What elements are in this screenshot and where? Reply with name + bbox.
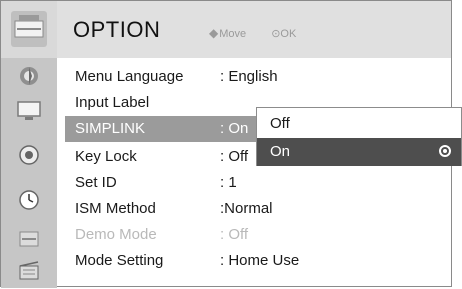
menu-item-mode-setting[interactable]: Mode Setting : Home Use	[65, 248, 453, 274]
menu-item-value: : Off	[220, 148, 249, 165]
sidebar-item-screen[interactable]	[4, 97, 54, 124]
menu-item-set-id[interactable]: Set ID : 1	[65, 170, 453, 196]
popup-option-on[interactable]: On	[257, 138, 461, 166]
menu-item-label: Input Label	[75, 94, 150, 111]
picture-icon	[20, 66, 38, 85]
menu-item-label: Set ID	[75, 174, 117, 191]
radio-selected-icon	[439, 145, 451, 157]
page-title: OPTION	[73, 17, 161, 42]
menu-item-label: Menu Language	[75, 68, 184, 85]
sidebar-item-audio[interactable]	[4, 141, 54, 168]
menu-item-label: ISM Method	[75, 200, 156, 217]
menu-item-value: : On	[220, 120, 249, 137]
popup-option-label: Off	[270, 115, 290, 132]
menu-header: OPTION ◆Move ⊙OK	[1, 1, 451, 58]
menu-item-value: : 1	[220, 174, 237, 191]
popup-option-label: On	[270, 143, 291, 160]
move-icon: ◆	[209, 26, 219, 40]
menu-item-label: Key Lock	[75, 148, 137, 165]
menu-item-value: : Off	[220, 226, 249, 243]
category-sidebar	[1, 58, 57, 288]
popup-option-off[interactable]: Off	[257, 110, 461, 138]
sidebar-item-input[interactable]	[4, 257, 54, 284]
sidebar-item-picture[interactable]	[4, 62, 54, 89]
input-icon	[19, 260, 39, 279]
menu-item-menu-language[interactable]: Menu Language : English	[65, 64, 453, 90]
monitor-icon	[17, 100, 41, 120]
menu-item-value: :Normal	[220, 200, 273, 217]
nav-hint: ◆Move ⊙OK	[209, 26, 296, 40]
sidebar-item-time[interactable]	[4, 186, 54, 213]
clock-icon	[19, 189, 39, 210]
speaker-icon	[19, 144, 39, 165]
move-hint-label: Move	[219, 28, 247, 40]
menu-item-label: SIMPLINK	[75, 120, 146, 137]
option-category-icon	[1, 1, 57, 58]
simplink-options-popup: Off On	[256, 107, 462, 166]
menu-item-value: : Home Use	[220, 252, 300, 269]
sidebar-item-option[interactable]	[4, 225, 54, 252]
menu-item-label: Demo Mode	[75, 226, 157, 243]
menu-item-demo-mode: Demo Mode : Off	[65, 222, 453, 248]
menu-item-ism-method[interactable]: ISM Method :Normal	[65, 196, 453, 222]
option-icon	[19, 231, 39, 246]
ok-hint-label: OK	[280, 28, 297, 40]
menu-item-label: Mode Setting	[75, 252, 164, 269]
menu-item-value: : English	[220, 68, 278, 85]
